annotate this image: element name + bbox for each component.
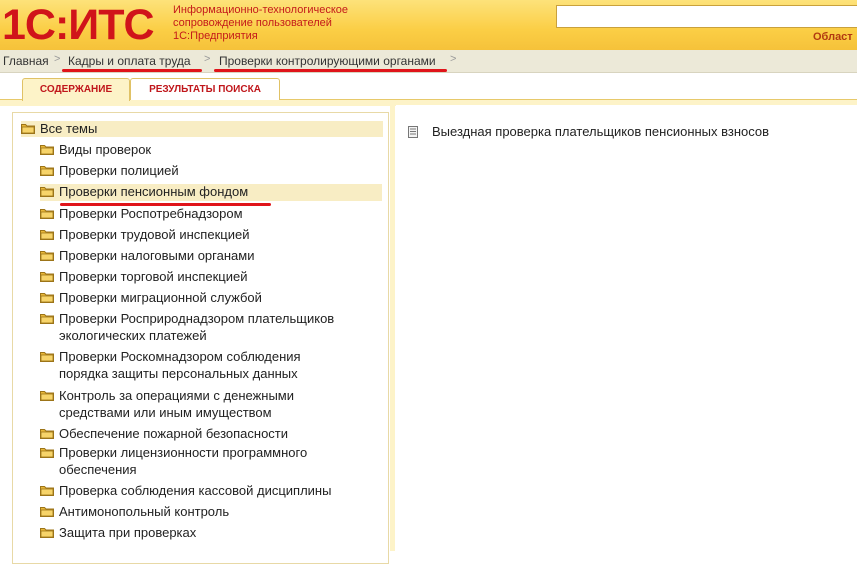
folder-icon [40,229,54,240]
document-icon [408,126,418,138]
contents-tree-panel: Все темы Виды проверок Проверки полицией Пр… [12,112,389,564]
folder-icon [40,390,54,401]
documents-panel: Выездная проверка плательщиков пенсионны… [396,105,857,551]
folder-icon [40,186,54,197]
tree-item[interactable]: Контроль за операциями с денежными средст… [40,388,382,422]
folder-icon [40,506,54,517]
tree-item-label: Проверки пенсионным фондом [59,184,249,199]
tab-contents[interactable]: СОДЕРЖАНИЕ [22,78,130,101]
tree-item-label: Антимонопольный контроль [59,504,230,519]
tree-item[interactable]: Антимонопольный контроль [40,504,382,521]
breadcrumb-separator-icon: > [54,53,61,65]
folder-icon [40,313,54,324]
tree-item-label: Проверки трудовой инспекцией [59,227,250,242]
tagline: Информационно-технологическое сопровожде… [173,4,413,43]
tree-item[interactable]: Проверки Роскомнадзором соблюдения порядк… [40,349,382,383]
folder-icon [21,123,35,134]
tree-item-label: Проверки Роспотребнадзором [59,206,243,221]
tree-item-label: Проверки торговой инспекцией [59,269,248,284]
tree-item[interactable]: Проверки Роспотребнадзором [40,206,382,223]
folder-icon [40,144,54,155]
tree-item-label: Проверка соблюдения кассовой дисциплины [59,483,332,498]
folder-icon [40,292,54,303]
region-link[interactable]: Област [813,31,853,43]
tree-item[interactable]: Проверка соблюдения кассовой дисциплины [40,483,382,500]
tree-item-label: Виды проверок [59,142,152,157]
breadcrumb-home[interactable]: Главная [3,54,49,68]
folder-icon [40,208,54,219]
folder-icon [40,271,54,282]
tree-item-label: Контроль за операциями с денежными [59,388,295,403]
breadcrumb-inspections[interactable]: Проверки контролирующими органами [219,54,436,68]
tree-item-label: Все темы [40,121,98,136]
tree-item[interactable]: Проверки торговой инспекцией [40,269,382,286]
tree-item-label: экологических платежей [59,328,207,343]
tree-item-label: Обеспечение пожарной безопасности [59,426,289,441]
tree-item[interactable]: Обеспечение пожарной безопасности [40,426,382,443]
tree-item-label: Проверки лицензионности программного [59,445,308,460]
folder-icon [40,485,54,496]
annotation-underline [62,69,202,72]
tree-item[interactable]: Виды проверок [40,142,382,159]
annotation-underline [214,69,447,72]
tagline-line: Информационно-технологическое [173,4,349,16]
folder-icon [40,447,54,458]
tree-item-label: Проверки полицией [59,163,179,178]
tree-item[interactable]: Проверки пенсионным фондом [40,184,382,206]
breadcrumb-hr-payroll[interactable]: Кадры и оплата труда [68,54,191,68]
tab-search-results[interactable]: РЕЗУЛЬТАТЫ ПОИСКА [130,78,280,100]
document-link-label: Выездная проверка плательщиков пенсионны… [432,124,770,139]
tree-item-label: Защита при проверках [59,525,197,540]
folder-icon [40,250,54,261]
breadcrumb-separator-icon: > [450,53,457,65]
panel-splitter[interactable] [390,104,395,551]
tree-item[interactable]: Проверки налоговыми органами [40,248,382,265]
tree-item[interactable]: Проверки полицией [40,163,382,180]
tagline-line: сопровождение пользователей [173,17,332,29]
breadcrumb-separator-icon: > [204,53,211,65]
tree-item-label: обеспечения [59,462,137,477]
tree-item-label: Проверки налоговыми органами [59,248,255,263]
tree-item-label: средствами или иным имуществом [59,405,272,420]
tree-root-all-topics[interactable]: Все темы [21,121,383,137]
folder-icon [40,527,54,538]
tree-item-label: Проверки Роскомнадзором соблюдения [59,349,301,364]
site-header: 1С:ИТС Информационно-технологическое соп… [0,0,857,50]
folder-icon [40,428,54,439]
folder-icon [40,165,54,176]
breadcrumb: Главная > Кадры и оплата труда > Проверк… [0,50,857,73]
logo[interactable]: 1С:ИТС [2,3,155,47]
tree-item[interactable]: Проверки миграционной службой [40,290,382,307]
search-input[interactable] [556,5,857,28]
tree-item-label: Проверки Росприроднадзором плательщиков [59,311,335,326]
tagline-line: 1С:Предприятия [173,30,258,42]
tree-item[interactable]: Проверки лицензионности программного обес… [40,445,382,479]
tree-item[interactable]: Защита при проверках [40,525,382,542]
tree-item-label: порядка защиты персональных данных [59,366,298,381]
tree-item-label: Проверки миграционной службой [59,290,262,305]
tree-item[interactable]: Проверки Росприроднадзором плательщиков э… [40,311,382,345]
tree-item[interactable]: Проверки трудовой инспекцией [40,227,382,244]
folder-icon [40,351,54,362]
